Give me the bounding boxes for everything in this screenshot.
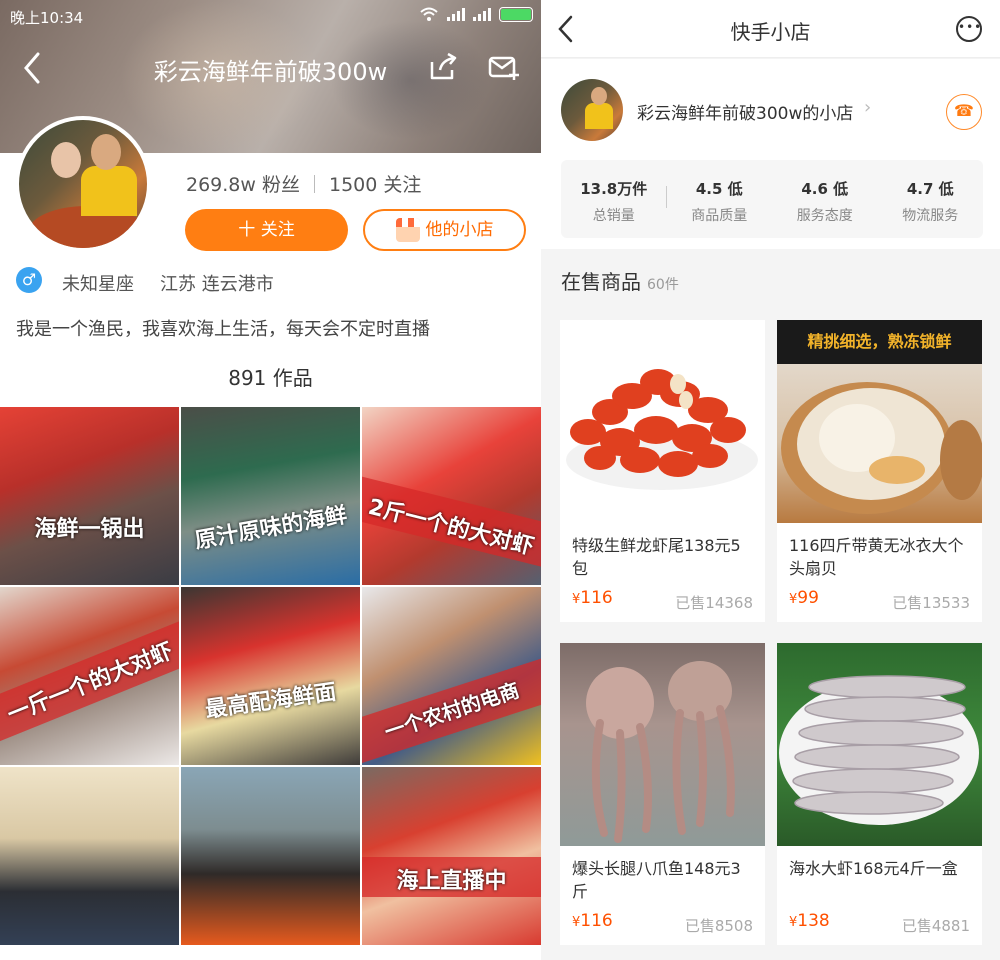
follow-stats: 269.8w 粉丝 1500 关注 [186,170,421,197]
rating-quality: 4.5 低 商品质量 [667,160,773,238]
stats-divider [313,174,315,193]
status-time: 晚上10:34 [10,9,84,27]
video-tile[interactable] [181,767,360,945]
video-grid: 海鲜一锅出 原汁原味的海鲜 2斤一个的大对虾 一斤一个的大对虾 最高配海鲜面 一… [0,407,541,960]
product-image [560,320,765,523]
product-sold: 已售4881 [901,917,970,935]
product-name: 特级生鲜龙虾尾138元5包 [572,536,741,578]
shop-icon [395,218,420,242]
products-section-header: 在售商品 60件 [561,266,679,295]
section-title: 在售商品 [561,270,641,294]
product-sold: 已售14368 [675,594,753,612]
message-icon[interactable] [488,54,520,82]
profile-bio: 我是一个渔民，我喜欢海上生活，每天会不定时直播 [16,319,430,340]
profile-panel: 晚上10:34 彩云海鲜年前破300w 269.8w 粉丝 1500 关注 十 … [0,0,541,960]
product-sold: 已售13533 [892,594,970,612]
product-card[interactable]: 特级生鲜龙虾尾138元5包 ¥116 已售14368 [560,320,765,622]
rating-value: 4.6 低 [801,180,849,198]
page-title: 快手小店 [730,20,811,44]
wifi-icon [420,7,438,21]
video-tile[interactable]: 海鲜一锅出 [0,407,179,585]
video-tile[interactable]: 2斤一个的大对虾 [362,407,541,585]
rating-label: 总销量 [592,208,635,224]
shop-avatar[interactable] [561,79,623,141]
rating-label: 商品质量 [691,208,748,224]
video-tile[interactable]: 一斤一个的大对虾 [0,587,179,765]
signal-icon-2 [473,7,491,21]
video-caption: 原汁原味的海鲜 [192,502,349,555]
product-price: ¥99 [789,588,819,608]
product-card[interactable]: 精挑细选，熟冻锁鲜 116四斤带黄无冰衣大个头扇贝 ¥99 已售13533 [777,320,982,622]
section-count: 60件 [647,277,679,293]
video-tile[interactable]: 海上直播中 [362,767,541,945]
product-image: 精挑细选，熟冻锁鲜 [777,320,982,523]
video-tile[interactable]: 最高配海鲜面 [181,587,360,765]
rating-logistics: 4.7 低 物流服务 [878,160,984,238]
product-image [560,643,765,846]
shop-name[interactable]: 彩云海鲜年前破300w的小店 [637,99,853,124]
product-image [777,643,982,846]
location-label: 江苏 连云港市 [160,274,274,295]
product-sold: 已售8508 [684,917,753,935]
product-price: ¥116 [572,911,613,931]
male-icon: ♂ [16,267,42,293]
product-name: 爆头长腿八爪鱼148元3斤 [572,859,741,901]
his-shop-label: 他的小店 [425,220,494,240]
product-card[interactable]: 爆头长腿八爪鱼148元3斤 ¥116 已售8508 [560,643,765,945]
shop-nav: 快手小店 ••• [541,0,1000,58]
product-price: ¥116 [572,588,613,608]
video-caption: 一斤一个的大对虾 [4,638,177,728]
shop-info-card: 彩云海鲜年前破300w的小店 › ☎ 13.8万件 总销量 4.5 低 商品质量… [541,59,1000,249]
status-bar: 晚上10:34 [0,0,541,32]
profile-nav: 彩云海鲜年前破300w [0,40,541,96]
share-icon[interactable] [428,52,458,82]
follow-button[interactable]: 十 关注 [185,209,348,251]
rating-value: 13.8万件 [580,180,648,198]
product-price: ¥138 [789,911,830,931]
customer-service-icon[interactable]: ☎ [946,94,982,130]
chevron-right-icon: › [864,97,872,118]
profile-title: 彩云海鲜年前破300w [153,58,388,86]
video-caption: 海鲜一锅出 [34,517,145,542]
zodiac-label: 未知星座 [62,274,134,295]
video-tile[interactable] [0,767,179,945]
works-count[interactable]: 891 作品 [0,362,541,391]
video-caption: 最高配海鲜面 [203,679,338,724]
avatar[interactable] [15,116,151,252]
battery-icon [499,6,533,22]
status-icons [419,6,533,22]
video-tile[interactable]: 一个农村的电商 [362,587,541,765]
product-name: 116四斤带黄无冰衣大个头扇贝 [789,536,964,578]
rating-service: 4.6 低 服务态度 [772,160,878,238]
followers-count[interactable]: 269.8w 粉丝 [186,170,300,197]
more-icon[interactable]: ••• [956,16,982,42]
rating-value: 4.5 低 [695,180,743,198]
shop-ratings: 13.8万件 总销量 4.5 低 商品质量 4.6 低 服务态度 4.7 低 物… [561,160,983,238]
his-shop-button[interactable]: 他的小店 [363,209,526,251]
video-caption: 海上直播中 [396,869,507,894]
signal-icon [447,7,465,21]
following-count[interactable]: 1500 关注 [329,170,421,197]
shop-panel: 快手小店 ••• 彩云海鲜年前破300w的小店 › ☎ 13.8万件 总销量 4… [541,0,1000,960]
video-tile[interactable]: 原汁原味的海鲜 [181,407,360,585]
rating-label: 物流服务 [902,208,959,224]
product-card[interactable]: 海水大虾168元4斤一盒 ¥138 已售4881 [777,643,982,945]
rating-value: 4.7 低 [906,180,954,198]
rating-sales: 13.8万件 总销量 [561,160,667,238]
product-name: 海水大虾168元4斤一盒 [789,859,958,878]
rating-label: 服务态度 [796,208,853,224]
